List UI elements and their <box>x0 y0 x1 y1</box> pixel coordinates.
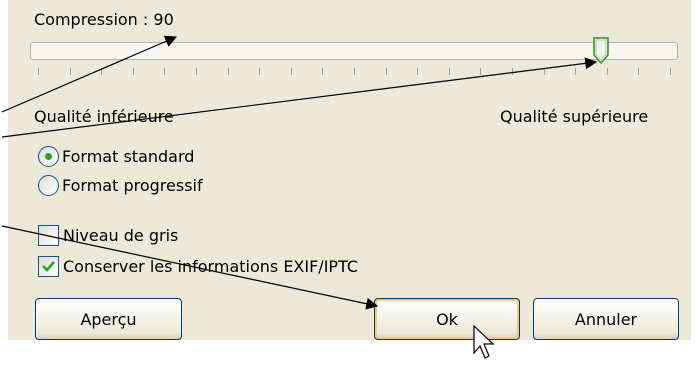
slider-tick <box>670 68 671 75</box>
slider-tick <box>322 68 324 75</box>
slider-tick <box>638 68 640 75</box>
slider-tick <box>227 68 229 75</box>
radio-selected-dot <box>45 153 52 160</box>
slider-tick <box>385 68 387 75</box>
slider-tick <box>354 68 355 75</box>
cancel-button[interactable]: Annuler <box>533 298 679 340</box>
slider-tick <box>606 68 608 75</box>
grayscale-checkbox[interactable] <box>38 225 59 246</box>
slider-tick <box>259 68 261 75</box>
slider-tick <box>480 68 482 75</box>
slider-tick <box>101 68 103 75</box>
slider-tick <box>132 68 134 75</box>
exif-label[interactable]: Conserver les informations EXIF/IPTC <box>63 257 358 277</box>
slider-tick <box>164 68 166 75</box>
slider-tick <box>575 68 577 75</box>
slider-tick <box>448 68 450 75</box>
slider-tick <box>512 68 513 75</box>
slider-tick <box>196 68 197 75</box>
format-progressive-radio[interactable] <box>38 175 59 196</box>
format-standard-label[interactable]: Format standard <box>62 147 194 167</box>
compression-slider-thumb[interactable] <box>592 37 610 65</box>
compression-slider-track[interactable] <box>30 42 678 60</box>
slider-max-label: Qualité supérieure <box>500 107 649 126</box>
screenshot-panel: Compression : 90 Qualité inférieure Qual… <box>0 0 699 365</box>
exif-checkbox[interactable] <box>38 256 59 277</box>
slider-min-label: Qualité inférieure <box>34 107 174 126</box>
slider-tick <box>69 68 71 75</box>
slider-tick <box>290 68 292 75</box>
format-standard-radio[interactable] <box>38 146 59 167</box>
checkmark-icon <box>42 261 55 272</box>
preview-button[interactable]: Aperçu <box>35 298 182 340</box>
ok-button[interactable]: Ok <box>374 298 520 340</box>
format-progressive-label[interactable]: Format progressif <box>62 176 203 196</box>
compression-label: Compression : 90 <box>34 10 174 29</box>
grayscale-label[interactable]: Niveau de gris <box>63 226 178 246</box>
slider-tick <box>417 68 419 75</box>
slider-tick <box>38 68 39 75</box>
slider-tick <box>543 68 545 75</box>
